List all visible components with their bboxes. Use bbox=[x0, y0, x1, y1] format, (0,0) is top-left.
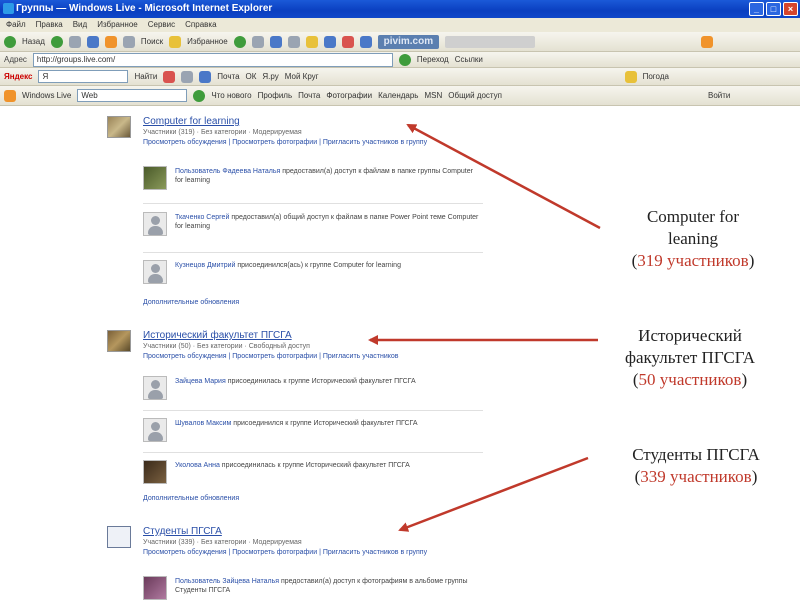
annotation-count: (339 участников) bbox=[596, 466, 796, 488]
member-count: 339 участников bbox=[640, 467, 752, 486]
annotation-computer-for-learning: Computer for leaning (319 участников) bbox=[600, 206, 786, 272]
browser-window: Группы — Windows Live - Microsoft Intern… bbox=[0, 0, 800, 600]
annotation-historical-faculty: Исторический факультет ПГСГА (50 участни… bbox=[590, 325, 790, 391]
annotation-count: (319 участников) bbox=[600, 250, 786, 272]
annotation-arrows bbox=[368, 123, 601, 532]
annotation-count: (50 участников) bbox=[590, 369, 790, 391]
annotation-line: leaning bbox=[667, 229, 719, 248]
arrow-to-students bbox=[398, 456, 589, 532]
annotation-line: Студенты ПГСГА bbox=[632, 445, 760, 464]
annotation-paren: ) bbox=[751, 467, 758, 486]
annotation-line: Computer for bbox=[646, 207, 740, 226]
arrow-to-computer-for-learning bbox=[406, 123, 601, 230]
member-count: 319 участников bbox=[637, 251, 749, 270]
annotation-students: Студенты ПГСГА (339 участников) bbox=[596, 444, 796, 488]
annotation-line: факультет ПГСГА bbox=[624, 348, 756, 367]
annotation-paren: ) bbox=[748, 251, 755, 270]
annotation-paren: ) bbox=[741, 370, 748, 389]
member-count: 50 участников bbox=[638, 370, 742, 389]
annotation-line: Исторический bbox=[638, 326, 742, 345]
